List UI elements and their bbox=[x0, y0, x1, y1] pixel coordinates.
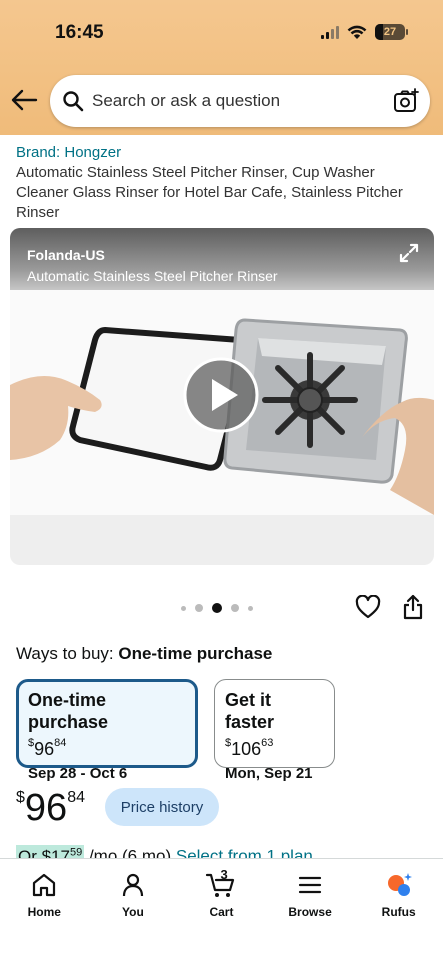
fullscreen-icon[interactable] bbox=[398, 242, 420, 264]
app-header: 16:45 27 bbox=[0, 0, 443, 135]
battery-indicator: 27 bbox=[375, 24, 408, 40]
carousel-dot[interactable] bbox=[195, 604, 203, 612]
search-bar[interactable] bbox=[50, 75, 430, 127]
user-icon bbox=[122, 873, 143, 897]
option-delivery-date: Mon, Sep 21 bbox=[225, 765, 313, 782]
price-history-button[interactable]: Price history bbox=[105, 788, 219, 826]
cart-count-badge: 3 bbox=[220, 867, 228, 882]
heart-icon[interactable] bbox=[355, 595, 381, 619]
nav-rufus[interactable]: Rufus bbox=[354, 859, 443, 960]
back-arrow-icon[interactable] bbox=[10, 88, 38, 112]
carousel-dot[interactable] bbox=[248, 605, 253, 611]
image-carousel-dots bbox=[181, 603, 253, 613]
menu-icon bbox=[298, 876, 322, 894]
carousel-dot[interactable] bbox=[181, 605, 186, 611]
status-time: 16:45 bbox=[55, 22, 104, 43]
video-channel-name: Folanda-US bbox=[27, 247, 105, 263]
option-price: $10663 bbox=[225, 737, 274, 759]
option-title: Get it faster bbox=[225, 690, 275, 732]
home-icon bbox=[33, 873, 56, 897]
option-price: $9684 bbox=[28, 737, 67, 759]
carousel-dot[interactable] bbox=[231, 604, 239, 612]
option-delivery-date: Sep 28 - Oct 6 bbox=[28, 765, 128, 782]
search-icon bbox=[63, 91, 84, 112]
product-title: Automatic Stainless Steel Pitcher Rinser… bbox=[16, 164, 403, 221]
brand-link[interactable]: Brand: Hongzer bbox=[16, 144, 121, 161]
search-input[interactable] bbox=[92, 91, 392, 111]
camera-scan-icon[interactable] bbox=[392, 87, 420, 115]
carousel-dot[interactable] bbox=[212, 603, 222, 613]
status-icons: 27 bbox=[321, 24, 408, 40]
nav-you[interactable]: You bbox=[89, 859, 178, 960]
cellular-signal-icon bbox=[321, 25, 339, 39]
option-get-it-faster[interactable]: Get it faster $10663 Mon, Sep 21 bbox=[214, 679, 335, 782]
nav-browse[interactable]: Browse bbox=[266, 859, 355, 960]
video-header-gradient bbox=[10, 228, 434, 298]
share-icon[interactable] bbox=[401, 594, 425, 620]
ways-to-buy: Ways to buy: One-time purchase bbox=[16, 644, 272, 664]
ways-to-buy-label: Ways to buy: bbox=[16, 644, 114, 663]
nav-home[interactable]: Home bbox=[0, 859, 89, 960]
play-button-icon[interactable] bbox=[182, 356, 260, 434]
option-title: One-time purchase bbox=[28, 690, 109, 732]
rufus-icon bbox=[387, 873, 412, 896]
battery-percent: 27 bbox=[383, 26, 397, 38]
video-caption: Automatic Stainless Steel Pitcher Rinser bbox=[27, 268, 278, 284]
bottom-nav: Home You 3 Cart Browse Rufus bbox=[0, 858, 443, 960]
wifi-icon bbox=[347, 25, 367, 39]
nav-cart[interactable]: 3 Cart bbox=[177, 859, 266, 960]
option-one-time-purchase[interactable]: One-time purchase $9684 Sep 28 - Oct 6 bbox=[16, 679, 198, 782]
product-video[interactable]: Folanda-US Automatic Stainless Steel Pit… bbox=[10, 228, 434, 565]
product-price: $9684 bbox=[16, 787, 85, 829]
ways-to-buy-selected: One-time purchase bbox=[118, 644, 273, 663]
